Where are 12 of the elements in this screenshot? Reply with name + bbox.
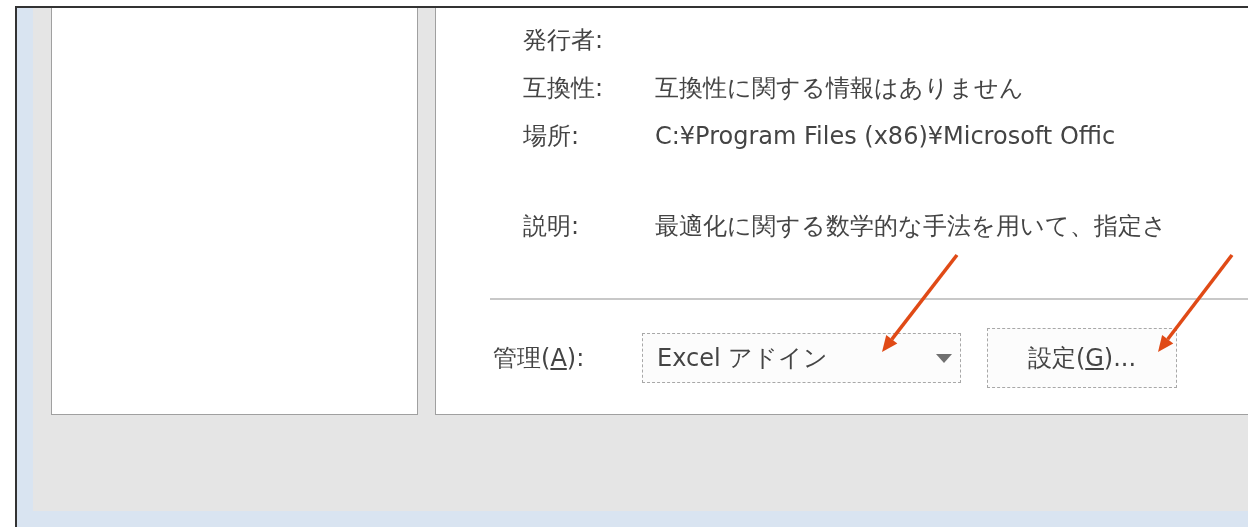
caret-icon [936,353,952,363]
field-label: 互換性: [523,73,605,104]
field-value: C:¥Program Files (x86)¥Microsoft Offic [655,122,1116,150]
field-label: 発行者: [523,25,605,56]
add-in-list[interactable] [51,8,418,415]
field-value: 互換性に関する情報はありません [655,73,1024,104]
manage-dropdown[interactable]: Excel アドイン [642,333,961,383]
settings-button[interactable]: 設定(G)... [987,328,1177,388]
field-label: 説明: [523,211,581,242]
field-value: 最適化に関する数学的な手法を用いて、指定さ [655,211,1167,242]
manage-label: 管理(A): [493,343,586,374]
field-label: 場所: [523,121,581,152]
